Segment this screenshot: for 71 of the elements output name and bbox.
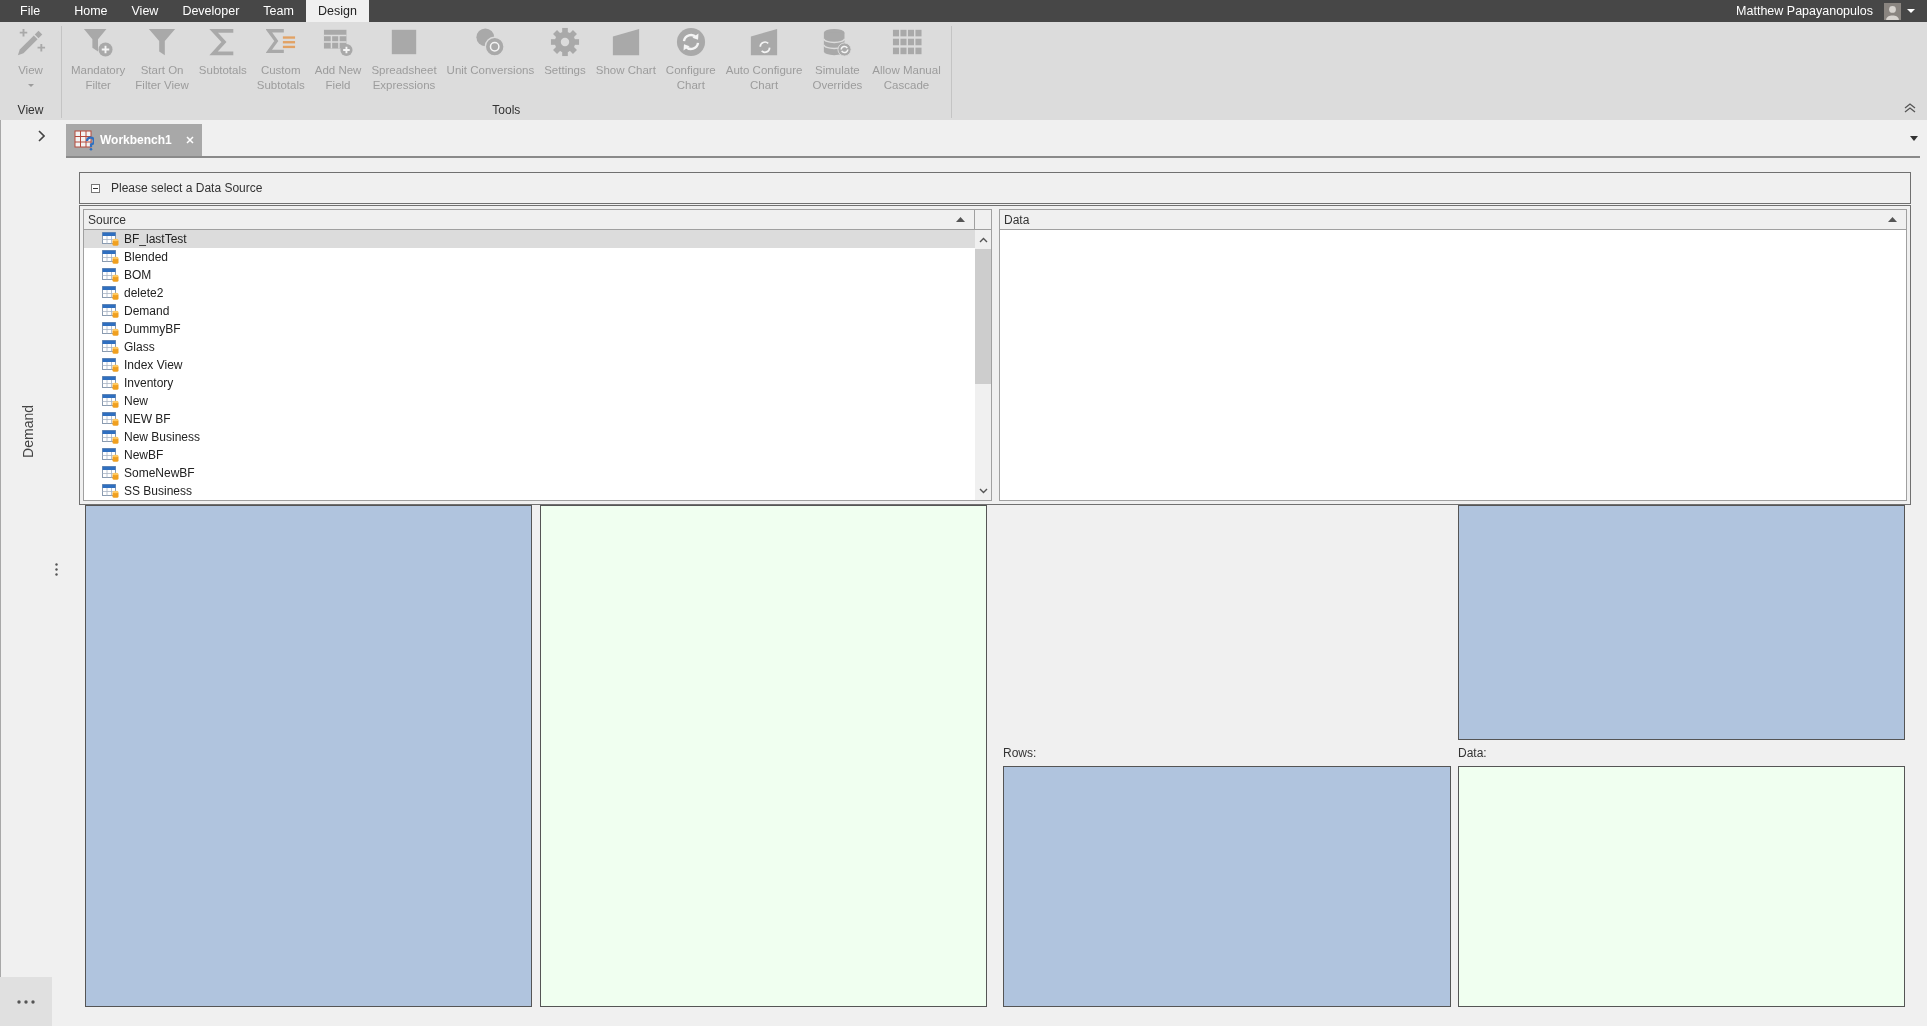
list-item[interactable]: SS Business	[84, 482, 975, 500]
database-refresh-icon	[822, 27, 853, 57]
list-item[interactable]: NewBF	[84, 446, 975, 464]
table-database-icon	[102, 250, 119, 264]
minus-square-icon[interactable]	[91, 183, 100, 193]
list-item[interactable]: DummyBF	[84, 320, 975, 338]
list-item[interactable]: BOM	[84, 266, 975, 284]
funnel-icon	[147, 27, 178, 57]
coins-icon	[475, 27, 506, 57]
list-item[interactable]: Blended	[84, 248, 975, 266]
list-item[interactable]: New	[84, 392, 975, 410]
list-item[interactable]: Demand	[84, 302, 975, 320]
group-label: View	[16, 102, 45, 118]
refresh-icon	[675, 27, 706, 57]
list-item[interactable]: Index View	[84, 356, 975, 374]
menu-tab[interactable]: View	[119, 0, 171, 22]
table-database-icon	[102, 304, 119, 318]
user-name[interactable]: Matthew Papayanopulos	[1736, 4, 1873, 18]
list-item[interactable]: Glass	[84, 338, 975, 356]
menu-tab[interactable]: Design	[305, 0, 369, 22]
table-database-icon	[102, 430, 119, 444]
list-item[interactable]: New Business	[84, 428, 975, 446]
list-item[interactable]: SomeNewBF	[84, 464, 975, 482]
menu-tab[interactable]: Team	[251, 0, 306, 22]
menu-tab[interactable]: Developer	[170, 0, 252, 22]
list-item[interactable]: NEW BF	[84, 410, 975, 428]
table-plus-icon	[323, 27, 354, 57]
table-database-icon	[102, 484, 119, 498]
panel-title: Please select a Data Source	[111, 181, 263, 195]
scrollbar-thumb[interactable]	[975, 249, 991, 384]
menu-tab[interactable]: File	[8, 0, 53, 22]
sidebar-label[interactable]: Demand	[20, 405, 36, 458]
list-item[interactable]: Inventory	[84, 374, 975, 392]
table-database-icon	[102, 340, 119, 354]
table-database-icon	[102, 376, 119, 390]
column-header[interactable]: Data	[1000, 210, 1906, 229]
sort-icon	[1888, 217, 1897, 222]
zone-label: Rows:	[1003, 746, 1037, 760]
chevron-down-icon[interactable]	[978, 488, 988, 494]
collapse-icon[interactable]	[1904, 103, 1916, 113]
table-database-icon	[102, 232, 119, 246]
table-database-icon	[102, 268, 119, 282]
avatar-icon[interactable]	[1884, 2, 1901, 20]
table-database-icon	[102, 394, 119, 408]
group-label: Tools	[491, 102, 522, 118]
more-icon	[17, 999, 35, 1004]
chevron-right-icon[interactable]	[38, 130, 45, 142]
grip-icon[interactable]	[55, 562, 58, 576]
list-item[interactable]: delete2	[84, 284, 975, 302]
grid-icon	[891, 27, 922, 57]
table-database-icon	[102, 448, 119, 462]
table-icon	[74, 129, 94, 151]
table-database-icon	[102, 358, 119, 372]
chart-refresh-icon	[749, 27, 780, 57]
caret-icon[interactable]	[1907, 9, 1915, 13]
table-database-icon	[102, 322, 119, 336]
table-database-icon	[102, 466, 119, 480]
scrollbar[interactable]	[975, 230, 991, 500]
table-database-icon	[102, 412, 119, 426]
list-item[interactable]: BF_lastTest	[84, 230, 975, 248]
zone-label: Data:	[1458, 746, 1487, 760]
caret-icon[interactable]	[1910, 135, 1918, 141]
wand-icon	[15, 27, 46, 57]
settings-icon	[549, 27, 580, 57]
chevron-up-icon[interactable]	[978, 237, 988, 243]
sort-icon	[956, 217, 965, 222]
menu-tab[interactable]: Home	[62, 0, 120, 22]
funnel-plus-icon	[83, 27, 114, 57]
square-icon	[389, 27, 419, 57]
table-database-icon	[102, 286, 119, 300]
chart-icon	[610, 27, 641, 57]
